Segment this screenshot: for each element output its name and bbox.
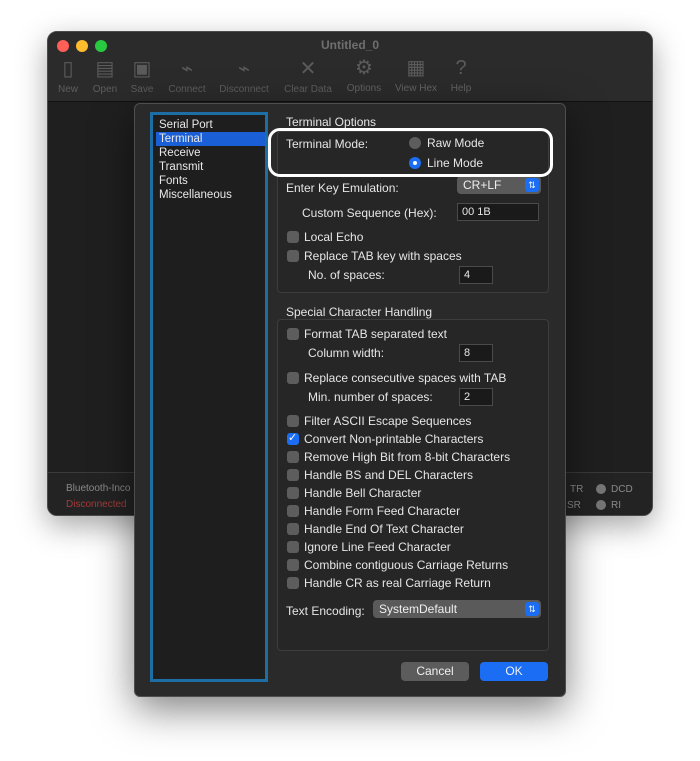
format-tab-label: Format TAB separated text — [304, 327, 447, 341]
toolbar-view-hex-label: View Hex — [394, 83, 438, 94]
open-folder-icon: ▤ — [95, 58, 115, 80]
chevron-updown-icon: ⇅ — [525, 602, 539, 616]
convert-nonprintable-checkbox[interactable]: ✓ — [287, 432, 299, 445]
toolbar-disconnect-label: Disconnect — [219, 84, 269, 95]
no-of-spaces-input[interactable]: 4 — [459, 266, 493, 284]
handle-end-of-text-checkbox[interactable] — [287, 523, 299, 535]
replace-consecutive-checkbox[interactable] — [287, 372, 299, 384]
disconnect-plug-icon: ⌁ — [237, 58, 251, 80]
format-tab-checkbox[interactable] — [287, 328, 299, 340]
custom-sequence-input[interactable]: 00 1B — [457, 203, 539, 221]
sidebar-item-serial-port[interactable]: Serial Port — [156, 118, 265, 132]
convert-nonprintable-label: Convert Non-printable Characters — [304, 432, 484, 446]
dcd-led-icon — [596, 484, 606, 494]
text-encoding-label: Text Encoding: — [286, 604, 365, 618]
ignore-line-feed-label: Ignore Line Feed Character — [304, 540, 451, 554]
save-disk-icon: ▣ — [132, 58, 152, 80]
handle-bell-checkbox[interactable] — [287, 487, 299, 499]
custom-sequence-label: Custom Sequence (Hex): — [302, 206, 437, 220]
new-file-icon: ▯ — [62, 58, 74, 80]
dcd-label: DCD — [611, 484, 633, 495]
enter-key-label: Enter Key Emulation: — [286, 181, 399, 195]
terminal-mode-highlight — [268, 128, 553, 177]
toolbar-new-button[interactable]: ▯ New — [56, 56, 80, 95]
replace-tab-checkbox[interactable] — [287, 250, 299, 262]
window-title: Untitled_0 — [320, 38, 379, 52]
enter-key-popup[interactable]: CR+LF ⇅ — [457, 176, 541, 194]
special-char-title: Special Character Handling — [286, 305, 433, 319]
handle-form-feed-label: Handle Form Feed Character — [304, 504, 461, 518]
toolbar-clear-data-button[interactable]: ✕ Clear Data — [282, 56, 334, 95]
min-spaces-input[interactable]: 2 — [459, 388, 493, 406]
sidebar-item-transmit[interactable]: Transmit — [156, 160, 265, 174]
toolbar-options-button[interactable]: ⚙ Options — [341, 55, 387, 94]
dsr-label: SR — [567, 500, 581, 511]
connection-status: Disconnected — [66, 499, 127, 510]
filter-ascii-checkbox[interactable] — [287, 415, 299, 427]
toolbar-view-hex-button[interactable]: ▦ View Hex — [392, 55, 440, 94]
toolbar-clear-data-label: Clear Data — [284, 84, 332, 95]
toolbar-save-label: Save — [130, 84, 154, 95]
toolbar-open-label: Open — [92, 84, 118, 95]
options-dialog: Serial Port Terminal Receive Transmit Fo… — [134, 103, 566, 697]
replace-consecutive-label: Replace consecutive spaces with TAB — [304, 371, 507, 385]
handle-cr-checkbox[interactable] — [287, 577, 299, 589]
sidebar-item-fonts[interactable]: Fonts — [156, 174, 265, 188]
cancel-button[interactable]: Cancel — [401, 662, 469, 681]
connect-plug-icon: ⌁ — [180, 58, 194, 80]
combine-cr-label: Combine contiguous Carriage Returns — [304, 558, 509, 572]
handle-form-feed-checkbox[interactable] — [287, 505, 299, 517]
toolbar-connect-label: Connect — [168, 84, 206, 95]
filter-ascii-label: Filter ASCII Escape Sequences — [304, 414, 472, 428]
toolbar-new-label: New — [57, 84, 78, 95]
toolbar-help-button[interactable]: ? Help — [447, 55, 475, 94]
toolbar-options-label: Options — [346, 83, 382, 94]
toolbar-save-button[interactable]: ▣ Save — [128, 56, 156, 95]
column-width-label: Column width: — [308, 346, 385, 360]
no-of-spaces-label: No. of spaces: — [308, 268, 385, 282]
replace-tab-label: Replace TAB key with spaces — [304, 249, 462, 263]
toolbar-disconnect-button[interactable]: ⌁ Disconnect — [216, 56, 272, 95]
min-spaces-label: Min. number of spaces: — [308, 390, 433, 404]
local-echo-checkbox[interactable] — [287, 231, 299, 243]
ri-led-icon — [596, 500, 606, 510]
clear-x-icon: ✕ — [299, 58, 317, 80]
ok-button[interactable]: OK — [480, 662, 548, 681]
toolbar-help-label: Help — [450, 83, 472, 94]
options-sidebar: Serial Port Terminal Receive Transmit Fo… — [150, 112, 268, 682]
hex-icon: ▦ — [406, 57, 426, 79]
enter-key-value: CR+LF — [463, 178, 502, 192]
sidebar-item-terminal[interactable]: Terminal — [156, 132, 265, 146]
ri-label: RI — [611, 500, 621, 511]
remove-high-bit-checkbox[interactable] — [287, 451, 299, 463]
toolbar-open-button[interactable]: ▤ Open — [90, 56, 120, 95]
combine-cr-checkbox[interactable] — [287, 559, 299, 571]
dtr-label: TR — [570, 484, 584, 495]
handle-bs-del-checkbox[interactable] — [287, 469, 299, 481]
handle-end-of-text-label: Handle End Of Text Character — [304, 522, 464, 536]
text-encoding-popup[interactable]: SystemDefault ⇅ — [373, 600, 541, 618]
device-name: Bluetooth-Inco — [66, 483, 131, 494]
terminal-options-title: Terminal Options — [286, 115, 377, 129]
help-question-icon: ? — [455, 57, 467, 79]
ignore-line-feed-checkbox[interactable] — [287, 541, 299, 553]
options-gears-icon: ⚙ — [355, 57, 373, 79]
local-echo-label: Local Echo — [304, 230, 364, 244]
sidebar-item-receive[interactable]: Receive — [156, 146, 265, 160]
handle-bell-label: Handle Bell Character — [304, 486, 422, 500]
text-encoding-value: SystemDefault — [379, 602, 458, 616]
handle-cr-label: Handle CR as real Carriage Return — [304, 576, 491, 590]
handle-bs-del-label: Handle BS and DEL Characters — [304, 468, 473, 482]
chevron-updown-icon: ⇅ — [525, 178, 539, 192]
toolbar-connect-button[interactable]: ⌁ Connect — [163, 56, 211, 95]
column-width-input[interactable]: 8 — [459, 344, 493, 362]
checkmark-icon: ✓ — [288, 432, 298, 444]
sidebar-item-miscellaneous[interactable]: Miscellaneous — [156, 188, 265, 202]
remove-high-bit-label: Remove High Bit from 8-bit Characters — [304, 450, 511, 464]
